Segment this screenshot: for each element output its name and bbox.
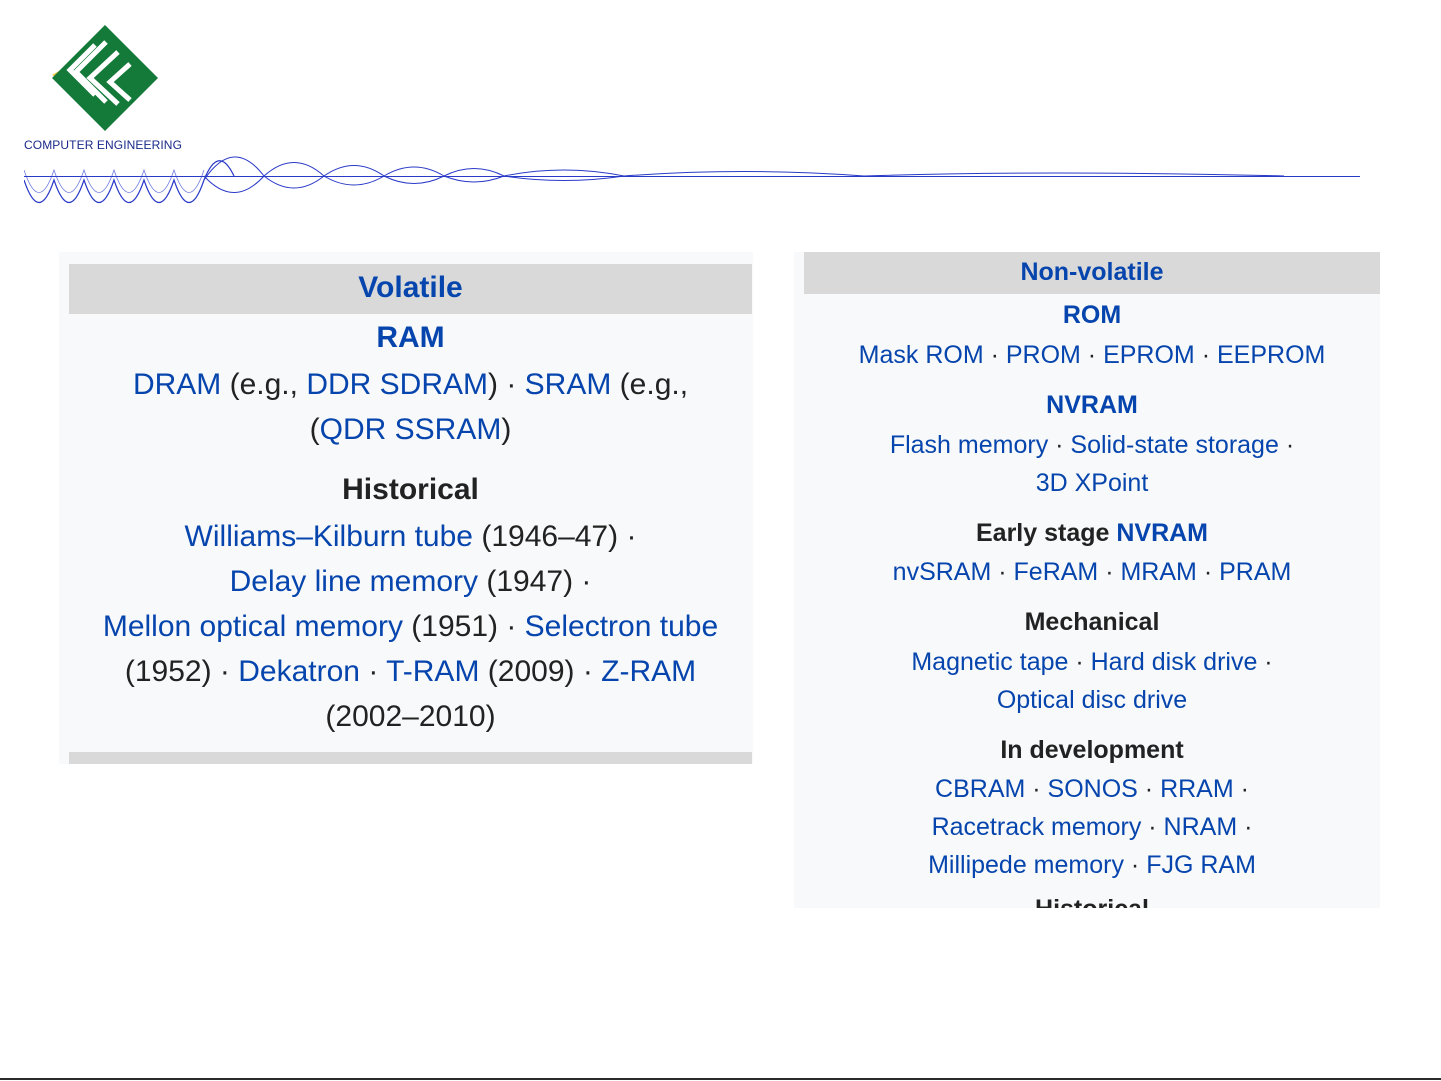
link-mellon-optical[interactable]: Mellon optical memory: [103, 610, 403, 643]
early-stage-list: nvSRAM · FeRAM · MRAM · PRAM: [892, 558, 1292, 586]
link-qdr-ssram[interactable]: QDR SSRAM: [320, 413, 502, 446]
early-stage-title: Early stage NVRAM: [975, 519, 1209, 547]
link-dekatron[interactable]: Dekatron: [238, 655, 360, 688]
historical-title-cut: Historical: [804, 892, 1380, 908]
link-hard-disk-drive[interactable]: Hard disk drive: [1091, 648, 1258, 676]
link-williams-kilburn[interactable]: Williams–Kilburn tube: [185, 520, 473, 553]
header-rule: [24, 176, 1360, 177]
link-flash-memory[interactable]: Flash memory: [890, 431, 1048, 459]
ram-list: DRAM (e.g., DDR SDRAM) · SRAM (e.g., (QD…: [132, 368, 689, 446]
nvram-title[interactable]: NVRAM: [804, 388, 1380, 422]
link-ddr-sdram[interactable]: DDR SDRAM: [306, 368, 488, 401]
mechanical-title: Mechanical: [1024, 608, 1160, 636]
link-z-ram[interactable]: Z-RAM: [601, 655, 696, 688]
volatile-navbox: Volatile RAM DRAM (e.g., DDR SDRAM) · SR…: [59, 252, 753, 764]
link-eprom[interactable]: EPROM: [1103, 341, 1195, 369]
computer-engineering-logo: [52, 25, 158, 131]
link-magnetic-tape[interactable]: Magnetic tape: [911, 648, 1068, 676]
link-feram[interactable]: FeRAM: [1014, 558, 1099, 586]
link-eeprom[interactable]: EEPROM: [1217, 341, 1325, 369]
link-nvram[interactable]: NVRAM: [1116, 519, 1208, 547]
link-cbram[interactable]: CBRAM: [935, 775, 1025, 803]
link-sram[interactable]: SRAM: [525, 368, 612, 401]
link-dram[interactable]: DRAM: [133, 368, 221, 401]
link-rram[interactable]: RRAM: [1160, 775, 1234, 803]
link-t-ram[interactable]: T-RAM: [386, 655, 479, 688]
nonvolatile-navbox: Non-volatile ROM Mask ROM · PROM · EPROM…: [794, 252, 1380, 908]
link-solid-state-storage[interactable]: Solid-state storage: [1070, 431, 1278, 459]
decorative-wave: [24, 156, 1284, 203]
mechanical-list: Magnetic tape · Hard disk drive · Optica…: [911, 648, 1273, 714]
historical-list: Williams–Kilburn tube (1946–47) · Delay …: [102, 520, 719, 733]
link-nram[interactable]: NRAM: [1164, 813, 1238, 841]
link-fjg-ram[interactable]: FJG RAM: [1146, 851, 1256, 879]
link-mask-rom[interactable]: Mask ROM: [859, 341, 984, 369]
link-prom[interactable]: PROM: [1006, 341, 1081, 369]
nvram-list: Flash memory · Solid-state storage · 3D …: [889, 431, 1295, 497]
link-optical-disc-drive[interactable]: Optical disc drive: [997, 686, 1187, 714]
link-millipede-memory[interactable]: Millipede memory: [928, 851, 1124, 879]
historical-title: Historical: [342, 473, 479, 506]
rom-title[interactable]: ROM: [804, 298, 1380, 332]
in-development-title: In development: [1000, 736, 1184, 764]
bottom-rule: [0, 1078, 1441, 1080]
link-3d-xpoint[interactable]: 3D XPoint: [1036, 469, 1149, 497]
link-selectron[interactable]: Selectron tube: [525, 610, 718, 643]
link-pram[interactable]: PRAM: [1219, 558, 1291, 586]
volatile-header[interactable]: Volatile: [69, 264, 752, 314]
link-mram[interactable]: MRAM: [1120, 558, 1196, 586]
in-development-list: CBRAM · SONOS · RRAM · Racetrack memory …: [928, 775, 1256, 879]
link-delay-line[interactable]: Delay line memory: [230, 565, 478, 598]
link-nvsram[interactable]: nvSRAM: [893, 558, 992, 586]
rom-list: Mask ROM · PROM · EPROM · EEPROM: [858, 341, 1326, 369]
ram-title[interactable]: RAM: [69, 318, 752, 358]
nonvolatile-header[interactable]: Non-volatile: [804, 252, 1380, 294]
link-racetrack-memory[interactable]: Racetrack memory: [932, 813, 1142, 841]
volatile-footer-bar: [69, 752, 752, 764]
link-sonos[interactable]: SONOS: [1048, 775, 1138, 803]
